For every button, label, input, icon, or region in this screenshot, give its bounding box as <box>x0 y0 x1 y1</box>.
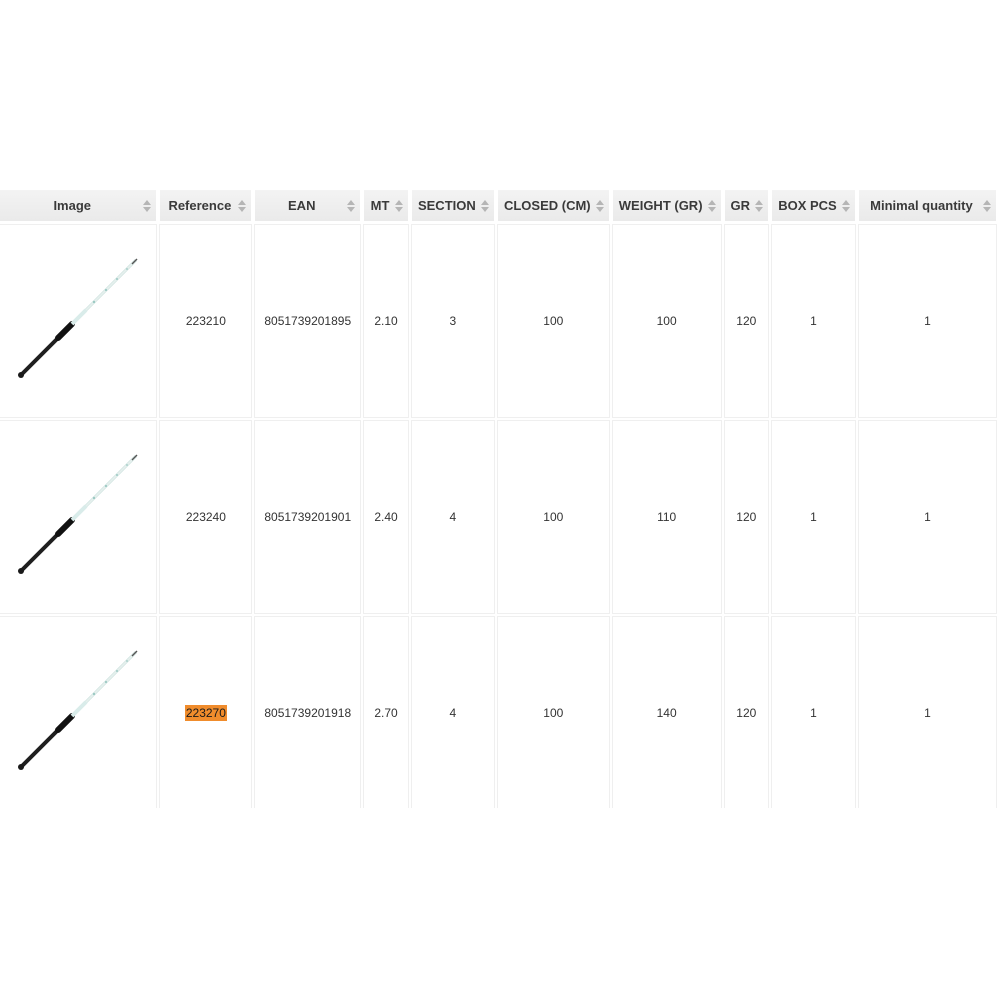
mt-value: 2.40 <box>374 510 398 524</box>
sort-arrows-icon[interactable] <box>707 199 716 212</box>
column-label: Minimal quantity <box>870 198 973 213</box>
cell-box-pcs: 1 <box>771 420 856 614</box>
cell-minimal-quantity: 1 <box>857 224 998 418</box>
closed-value: 100 <box>543 314 564 328</box>
cell-gr: 120 <box>723 224 770 418</box>
column-label: CLOSED (CM) <box>503 198 591 213</box>
column-label: Reference <box>168 198 232 213</box>
reference-value: 223240 <box>185 510 226 524</box>
ean-value: 8051739201895 <box>264 314 352 328</box>
cell-mt: 2.10 <box>363 224 409 418</box>
cell-minimal-quantity: 1 <box>857 420 998 614</box>
weight-value: 110 <box>657 510 677 524</box>
column-header-closed[interactable]: CLOSED (CM) <box>497 190 609 221</box>
sort-arrows-icon[interactable] <box>841 199 850 212</box>
cell-gr: 120 <box>723 420 770 614</box>
closed-value: 100 <box>543 706 564 720</box>
cell-weight: 100 <box>611 224 722 418</box>
box-pcs-value: 1 <box>810 706 817 720</box>
column-label: Image <box>53 198 92 213</box>
box-pcs-value: 1 <box>810 510 817 524</box>
column-header-reference[interactable]: Reference <box>160 190 252 221</box>
cell-closed: 100 <box>496 616 610 808</box>
table-row: 223270 8051739201918 2.70 4 100 140 120 … <box>0 616 998 808</box>
ean-value: 8051739201901 <box>264 510 352 524</box>
cell-weight: 140 <box>611 616 722 808</box>
table-row: 223210 8051739201895 2.10 3 100 100 120 … <box>0 224 998 418</box>
cell-reference: 223210 <box>159 224 253 418</box>
column-label: SECTION <box>417 198 476 213</box>
reference-value: 223210 <box>185 314 226 328</box>
mt-value: 2.70 <box>374 706 398 720</box>
gr-value: 120 <box>736 510 757 524</box>
sort-arrows-icon[interactable] <box>394 199 403 212</box>
column-header-weight[interactable]: WEIGHT (GR) <box>612 190 721 221</box>
ean-value: 8051739201918 <box>264 706 352 720</box>
min-qty-value: 1 <box>924 510 931 524</box>
cell-mt: 2.70 <box>363 616 409 808</box>
cell-box-pcs: 1 <box>771 224 856 418</box>
fishing-rod-image[interactable] <box>14 648 144 778</box>
cell-reference: 223270 <box>159 616 253 808</box>
cell-section: 4 <box>410 420 495 614</box>
sort-arrows-icon[interactable] <box>755 199 764 212</box>
cell-mt: 2.40 <box>363 420 409 614</box>
column-label: WEIGHT (GR) <box>618 198 703 213</box>
sort-arrows-icon[interactable] <box>347 199 356 212</box>
closed-value: 100 <box>543 510 564 524</box>
cell-closed: 100 <box>496 224 610 418</box>
box-pcs-value: 1 <box>810 314 817 328</box>
gr-value: 120 <box>736 706 757 720</box>
column-header-gr[interactable]: GR <box>724 190 769 221</box>
mt-value: 2.10 <box>374 314 398 328</box>
cell-image <box>0 224 158 418</box>
column-header-image[interactable]: Image <box>0 190 157 221</box>
section-value: 3 <box>449 314 457 328</box>
sort-arrows-icon[interactable] <box>143 199 152 212</box>
cell-weight: 110 <box>611 420 722 614</box>
column-header-box-pcs[interactable]: BOX PCS <box>772 190 855 221</box>
product-table: Image Reference EAN MT SECTION CLOSED (C… <box>0 190 1000 808</box>
column-header-mt[interactable]: MT <box>364 190 408 221</box>
sort-arrows-icon[interactable] <box>595 199 604 212</box>
cell-gr: 120 <box>723 616 770 808</box>
cell-reference: 223240 <box>159 420 253 614</box>
cell-ean: 8051739201895 <box>254 224 362 418</box>
column-label: GR <box>730 198 751 213</box>
column-label: MT <box>370 198 390 213</box>
section-value: 4 <box>449 510 457 524</box>
column-label: EAN <box>288 198 316 213</box>
sort-arrows-icon[interactable] <box>480 199 489 212</box>
cell-ean: 8051739201901 <box>254 420 362 614</box>
min-qty-value: 1 <box>924 706 931 720</box>
weight-value: 100 <box>656 314 677 328</box>
product-table-container: Image Reference EAN MT SECTION CLOSED (C… <box>0 190 1000 808</box>
sort-arrows-icon[interactable] <box>238 199 247 212</box>
section-value: 4 <box>449 706 457 720</box>
column-label: BOX PCS <box>778 198 837 213</box>
cell-image <box>0 420 158 614</box>
cell-image <box>0 616 158 808</box>
cell-minimal-quantity: 1 <box>857 616 998 808</box>
cell-box-pcs: 1 <box>771 616 856 808</box>
column-header-minimal-quantity[interactable]: Minimal quantity <box>858 190 996 221</box>
cell-section: 3 <box>410 224 495 418</box>
column-header-ean[interactable]: EAN <box>255 190 361 221</box>
weight-value: 140 <box>656 706 677 720</box>
cell-closed: 100 <box>496 420 610 614</box>
gr-value: 120 <box>736 314 757 328</box>
table-row: 223240 8051739201901 2.40 4 100 110 120 … <box>0 420 998 614</box>
cell-section: 4 <box>410 616 495 808</box>
column-header-section[interactable]: SECTION <box>411 190 494 221</box>
table-header-row: Image Reference EAN MT SECTION CLOSED (C… <box>0 190 996 221</box>
sort-arrows-icon[interactable] <box>983 199 991 212</box>
min-qty-value: 1 <box>924 314 931 328</box>
fishing-rod-image[interactable] <box>14 256 144 386</box>
fishing-rod-image[interactable] <box>14 452 144 582</box>
reference-value-highlighted: 223270 <box>184 705 227 721</box>
cell-ean: 8051739201918 <box>254 616 362 808</box>
